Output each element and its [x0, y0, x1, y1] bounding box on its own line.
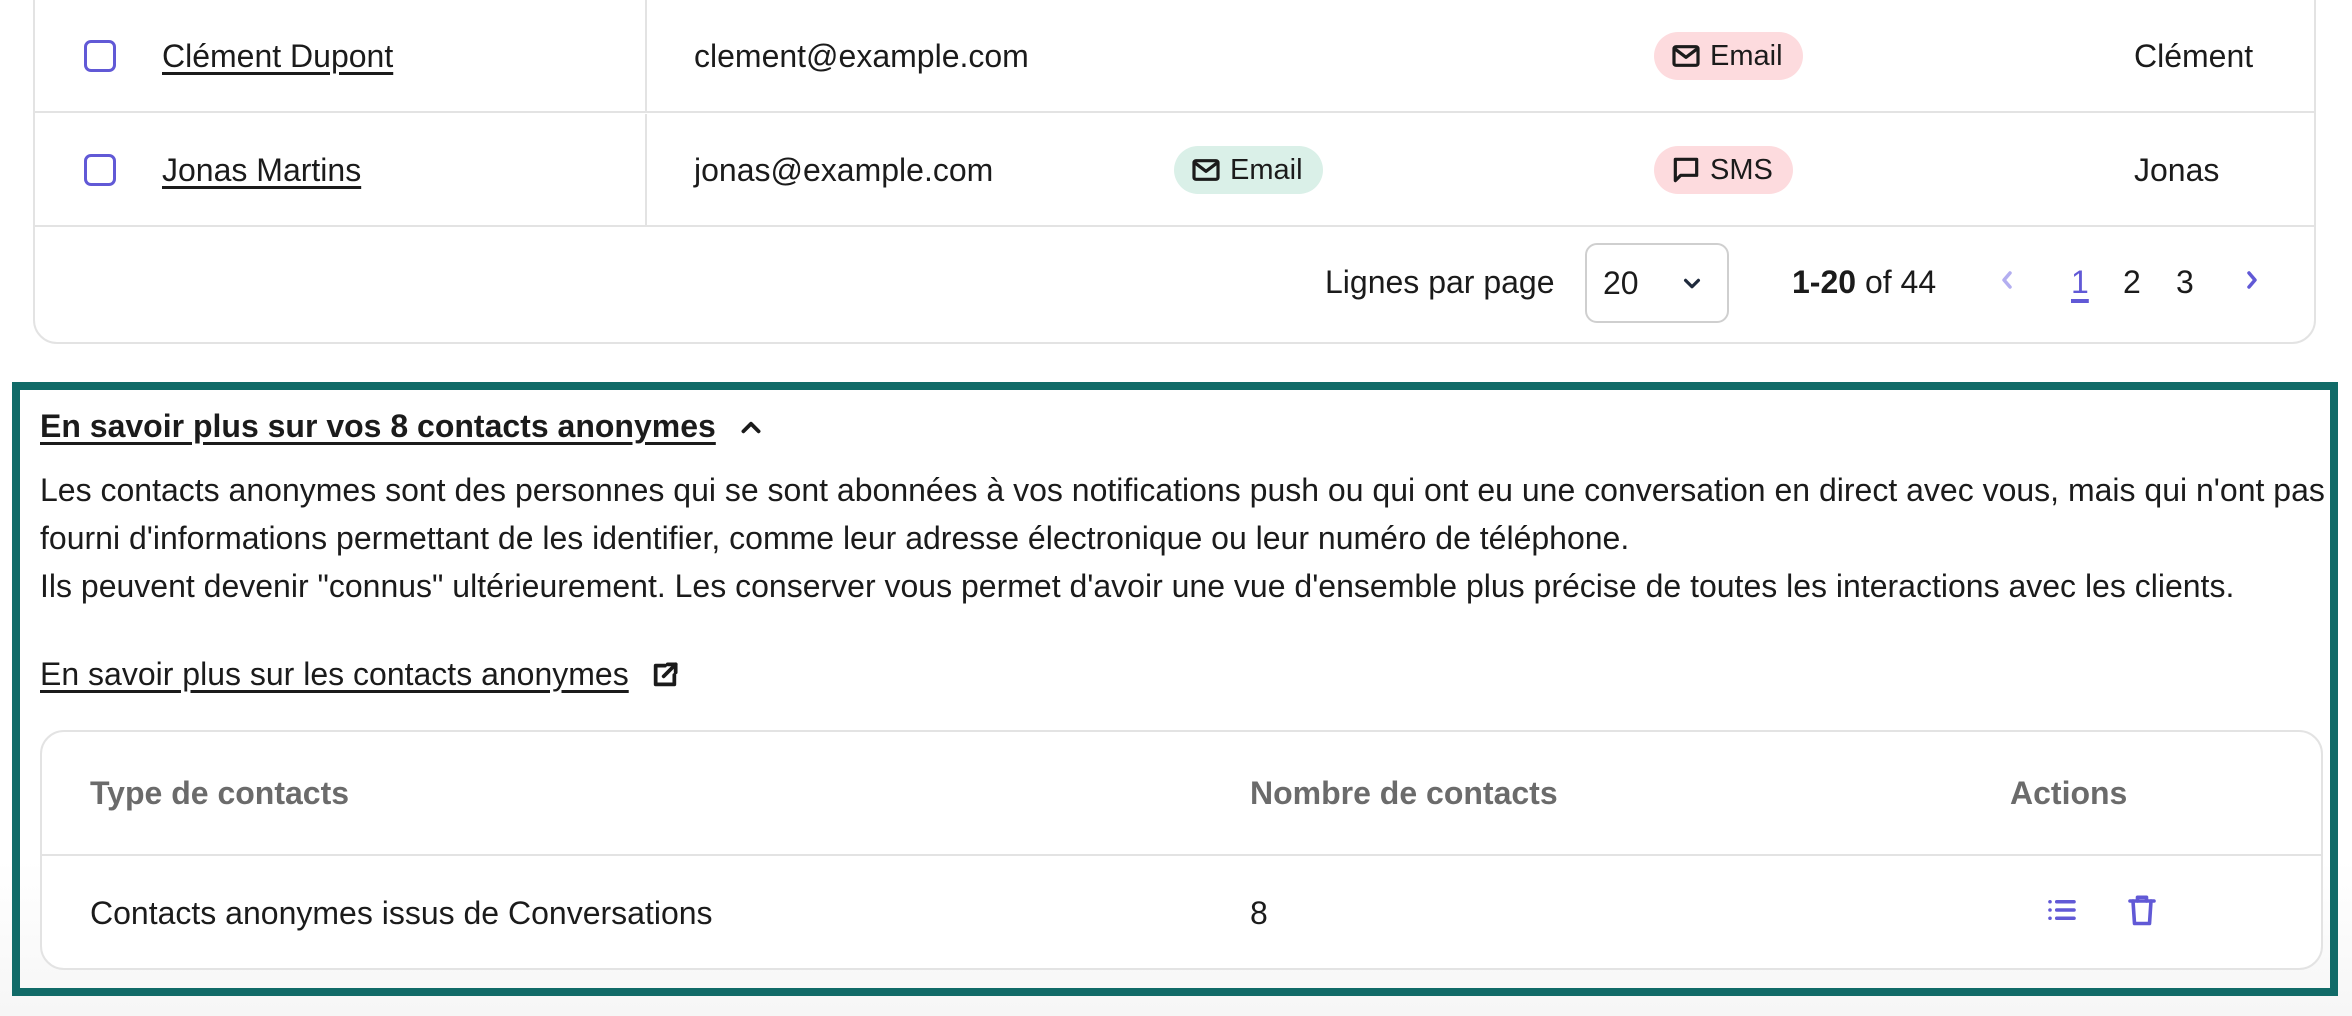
rows-per-page-select[interactable]: 20: [1585, 243, 1729, 323]
channel-badge: Email: [1654, 32, 1803, 80]
pagination: Lignes par page 20 1-20 of 44 1 2 3: [35, 228, 2314, 344]
contact-type-cell: Contacts anonymes issus de Conversations: [90, 895, 713, 931]
column-divider: [645, 114, 647, 225]
anonymous-contacts-toggle[interactable]: En savoir plus sur vos 8 contacts anonym…: [40, 408, 764, 445]
contact-name-link[interactable]: Clément Dupont: [162, 38, 393, 75]
rows-per-page-value: 20: [1603, 265, 1639, 301]
header-actions: Actions: [2010, 775, 2128, 811]
page-3-button[interactable]: 3: [2176, 264, 2194, 301]
learn-more-label: En savoir plus sur les contacts anonymes: [40, 656, 629, 692]
row-checkbox[interactable]: [84, 40, 116, 72]
trash-icon[interactable]: [2124, 892, 2160, 928]
chevron-up-icon: [741, 421, 761, 433]
row-checkbox[interactable]: [84, 154, 116, 186]
mail-icon: [1192, 159, 1220, 181]
range-total: of 44: [1856, 264, 1937, 300]
channel-badge-label: Email: [1230, 153, 1303, 186]
header-contact-type: Type de contacts: [90, 775, 350, 811]
contact-first-name: Jonas: [2134, 152, 2220, 188]
chevron-down-icon: [1683, 278, 1701, 289]
page-1-button[interactable]: 1: [2071, 264, 2089, 301]
contact-name-link[interactable]: Jonas Martins: [162, 152, 361, 189]
description-paragraph-1: Les contacts anonymes sont des personnes…: [40, 472, 2325, 556]
contact-email: jonas@example.com: [694, 152, 994, 188]
channel-badge-label: Email: [1710, 39, 1783, 72]
column-divider: [645, 0, 647, 111]
channel-badge-label: SMS: [1710, 153, 1773, 186]
channel-badge: SMS: [1654, 146, 1793, 194]
rows-per-page-label: Lignes par page: [1325, 264, 1555, 300]
list-icon[interactable]: [2044, 892, 2080, 928]
description-paragraph-2: Ils peuvent devenir "connus" ultérieurem…: [40, 568, 2235, 604]
pagination-range: 1-20 of 44: [1792, 264, 1936, 301]
anonymous-contacts-section: En savoir plus sur vos 8 contacts anonym…: [12, 382, 2338, 996]
chat-bubble-icon: [1673, 157, 1699, 183]
table-row: Clément Dupont clement@example.com Email…: [35, 0, 2314, 113]
header-contact-count: Nombre de contacts: [1250, 775, 1558, 811]
chevron-left-icon[interactable]: [1995, 264, 2019, 296]
anonymous-contacts-table: Type de contacts Nombre de contacts Acti…: [40, 730, 2323, 970]
range-bold: 1-20: [1792, 264, 1857, 300]
learn-more-link[interactable]: En savoir plus sur les contacts anonymes: [40, 656, 681, 693]
chevron-right-icon[interactable]: [2240, 264, 2264, 296]
contact-email: clement@example.com: [694, 38, 1029, 74]
channel-badge: Email: [1174, 146, 1323, 194]
page-2-button[interactable]: 2: [2123, 264, 2141, 301]
table-row: Jonas Martins jonas@example.com Email SM…: [35, 114, 2314, 227]
external-link-icon: [653, 661, 678, 686]
contacts-table: Clément Dupont clement@example.com Email…: [33, 0, 2316, 344]
contact-first-name: Clément: [2134, 38, 2254, 74]
anonymous-description: Les contacts anonymes sont des personnes…: [40, 466, 2340, 610]
table-header: Type de contacts Nombre de contacts Acti…: [42, 732, 2321, 856]
contact-count-cell: 8: [1250, 895, 1268, 931]
mail-icon: [1672, 45, 1700, 67]
anonymous-toggle-label: En savoir plus sur vos 8 contacts anonym…: [40, 408, 716, 444]
